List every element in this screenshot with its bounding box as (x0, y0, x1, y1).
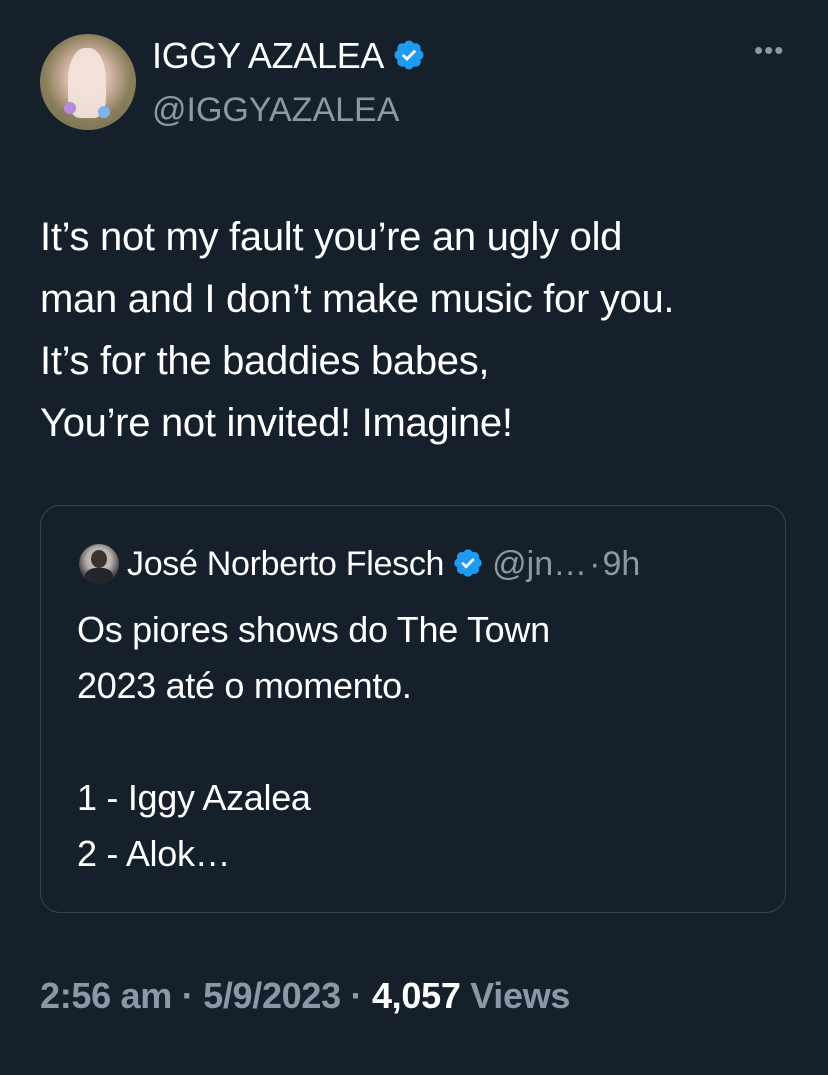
separator-dot: · (181, 975, 194, 1016)
tweet-text-line: It’s for the baddies babes, (40, 339, 490, 383)
quoted-text-line (77, 714, 767, 770)
verified-badge-icon (454, 549, 482, 577)
quoted-text-line: 1 - Iggy Azalea (77, 777, 311, 818)
tweet-text-line: You’re not invited! Imagine! (40, 401, 513, 445)
quoted-author-avatar (79, 544, 119, 584)
tweet-date[interactable]: 5/9/2023 (203, 975, 341, 1016)
tweet[interactable]: IGGY AZALEA @IGGYAZALEA ••• It’s not my … (0, 0, 828, 1075)
quoted-tweet-text: Os piores shows do The Town 2023 até o m… (77, 602, 767, 882)
views-label[interactable]: Views (470, 975, 570, 1016)
more-horizontal-icon[interactable]: ••• (754, 37, 784, 63)
views-count[interactable]: 4,057 (372, 975, 461, 1016)
author-name-row[interactable]: IGGY AZALEA (152, 36, 426, 76)
quoted-tweet-header: José Norberto Flesch @jn…·9h (127, 542, 640, 586)
author-display-name[interactable]: IGGY AZALEA (152, 35, 384, 76)
quoted-text-line: 2023 até o momento. (77, 665, 412, 706)
quoted-author-handle: @jn… (492, 545, 588, 583)
author-avatar[interactable] (40, 34, 136, 130)
quoted-text-line: Os piores shows do The Town (77, 609, 550, 650)
quoted-text-line: 2 - Alok… (77, 833, 231, 874)
tweet-text-line: man and I don’t make music for you. (40, 277, 675, 321)
quoted-tweet-card[interactable]: José Norberto Flesch @jn…·9h Os piores sh… (40, 505, 786, 913)
tweet-text: It’s not my fault you’re an ugly old man… (40, 206, 800, 454)
quoted-tweet-time: 9h (602, 545, 641, 583)
tweet-time[interactable]: 2:56 am (40, 975, 172, 1016)
verified-badge-icon (394, 40, 424, 70)
author-handle[interactable]: @IGGYAZALEA (152, 90, 399, 130)
separator-dot: · (589, 545, 601, 583)
quoted-author-name: José Norberto Flesch (127, 545, 445, 583)
separator-dot: · (350, 975, 363, 1016)
tweet-meta: 2:56 am · 5/9/2023 · 4,057 Views (40, 974, 570, 1018)
tweet-text-line: It’s not my fault you’re an ugly old (40, 215, 623, 259)
